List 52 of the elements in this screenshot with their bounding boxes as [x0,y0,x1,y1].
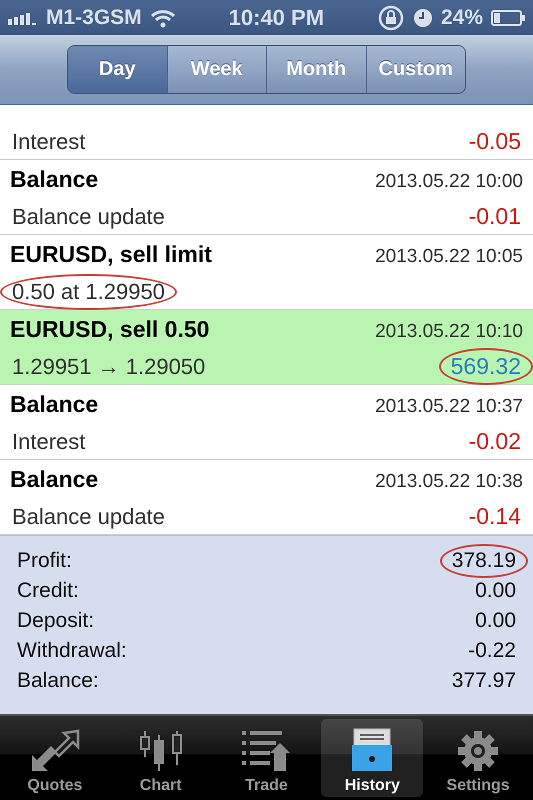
deal-title: EURUSD, sell 0.50 [10,316,210,343]
history-row[interactable]: Interest -0.05 [0,105,533,160]
clock-time: 10:40 PM [228,4,324,30]
deal-amount: -0.05 [468,128,522,154]
deal-detail: Balance update [11,504,166,529]
summary-value: -0.22 [468,639,516,662]
alarm-icon [412,8,433,28]
tab-bar-item[interactable]: Trade [216,719,318,797]
wifi-icon [150,8,176,28]
summary-label: Profit: [17,549,72,573]
history-row[interactable]: Balance 2013.05.22 10:00 Balance update -0.01 [0,160,533,235]
rotation-lock-icon [376,4,405,32]
highlighted-row[interactable]: EURUSD, sell 0.50 2013.05.22 10:10 1.29951 → 1.29050 569.32 [0,310,533,385]
deal-time: 2013.05.22 10:00 [375,171,523,193]
deal-detail: Balance update [11,204,166,229]
deal-title: EURUSD, sell limit [10,241,212,268]
battery-percent: 24% [440,6,484,30]
deal-amount: -0.02 [468,428,522,454]
deal-title: Balance [10,391,98,418]
carrier-name: M1-3GSM [46,6,142,30]
summary-label: Deposit: [17,609,94,633]
deal-time: 2013.05.22 10:37 [375,396,523,418]
deal-time: 2013.05.22 10:38 [375,471,523,493]
summary-value: 378.19 [452,549,516,572]
drawer-icon [350,727,394,773]
list-arrow-icon [240,729,292,773]
summary-label: Credit: [17,579,79,603]
period-tab[interactable]: Day [68,46,166,93]
deal-time: 2013.05.22 10:05 [375,246,523,268]
summary-label: Balance: [17,669,99,693]
summary-label: Withdrawal: [17,639,127,663]
deal-title: Balance [10,466,98,493]
deal-detail: Interest [11,129,86,154]
deal-detail: Interest [11,429,86,454]
gear-icon [456,729,500,773]
deal-detail: 0.50 at 1.29950 [11,279,166,304]
signal-icon [8,10,38,24]
deal-amount: -0.01 [468,203,522,229]
tab-bar-item[interactable]: Chart [110,719,212,797]
summary-value: 377.97 [452,669,516,692]
deal-title: Balance [10,166,98,193]
summary-value: 0.00 [475,579,516,602]
summary-value: 0.00 [475,609,516,632]
tab-bar-item[interactable]: Settings [427,719,529,797]
deal-time: 2013.05.22 10:10 [375,321,523,343]
deal-amount: 569.32 [450,353,522,379]
deal-detail: 1.29951 → 1.29050 [11,354,206,379]
tab-bar-item[interactable]: Quotes [4,719,106,797]
battery-icon [491,10,526,26]
deal-amount: -0.14 [468,503,522,529]
tab-bar-item[interactable]: History [321,719,424,797]
history-row[interactable]: Balance 2013.05.22 10:37 Interest -0.02 [0,385,533,460]
